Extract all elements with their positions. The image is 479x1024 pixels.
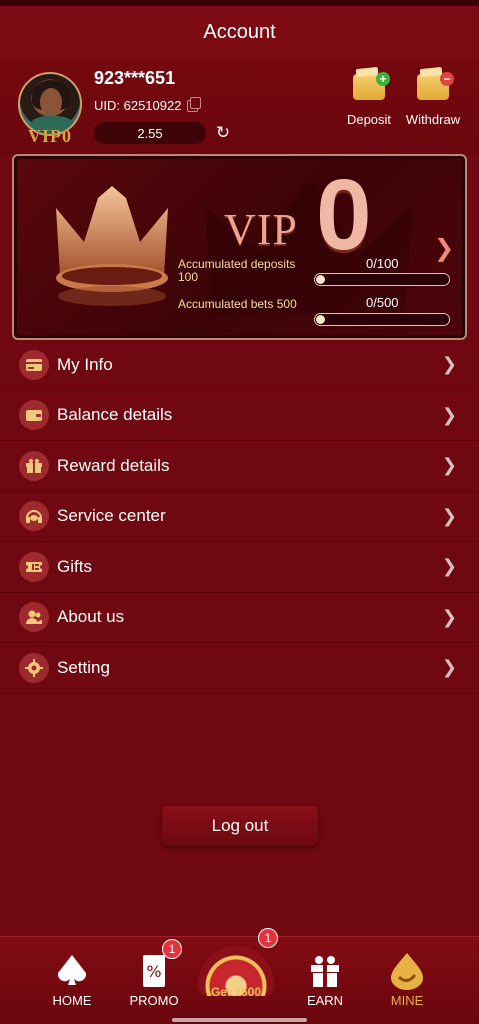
mine-droplet-icon xyxy=(387,951,427,991)
accumulated-bets-value: 0/500 xyxy=(366,295,399,310)
users-icon xyxy=(19,602,49,633)
vip-level-tag: VIP0 xyxy=(28,126,72,146)
wallet-icon xyxy=(19,400,49,431)
deposit-button[interactable]: + Deposit xyxy=(334,72,404,134)
chevron-right-icon: ❯ xyxy=(441,606,457,627)
menu-item-balance-details[interactable]: Balance details ❯ xyxy=(0,391,479,441)
accumulated-deposit-label: Accumulated deposits 100 xyxy=(178,257,296,284)
tab-promo[interactable]: % PROMO 1 xyxy=(114,939,194,1008)
balance-value: 2.55 xyxy=(137,125,163,141)
uid-text: UID: 62510922 xyxy=(94,98,182,113)
tab-mine[interactable]: MINE xyxy=(367,951,447,1008)
withdraw-button[interactable]: − Withdraw xyxy=(398,72,468,134)
menu-item-about-us[interactable]: About us ❯ xyxy=(0,593,479,643)
account-menu: My Info ❯ Balance details ❯ Reward detai… xyxy=(0,340,479,694)
withdraw-label: Withdraw xyxy=(405,112,461,127)
vip-card[interactable]: VIP 0 ❯ Accumulated deposits 100 0/100 A… xyxy=(12,154,467,340)
logout-button[interactable]: Log out xyxy=(162,806,318,846)
chevron-right-icon: ❯ xyxy=(441,404,457,425)
minus-icon: − xyxy=(440,72,454,86)
menu-item-label: Gifts xyxy=(57,556,92,576)
menu-item-label: About us xyxy=(57,607,125,627)
menu-item-label: My Info xyxy=(57,354,113,374)
gear-icon xyxy=(19,652,49,683)
accumulated-deposit-value: 0/100 xyxy=(366,256,399,271)
home-indicator xyxy=(172,1018,307,1022)
vip-word: VIP xyxy=(224,205,298,254)
tab-home[interactable]: HOME xyxy=(32,951,112,1008)
vip-level-number: 0 xyxy=(316,159,372,271)
profile-section: VIP0 923***651 UID: 62510922 2.55 ↻ + De… xyxy=(0,58,479,154)
page-header: Account xyxy=(0,6,479,58)
bets-progress-bar xyxy=(314,313,450,326)
chevron-right-icon: ❯ xyxy=(441,354,457,375)
tab-promo-label: PROMO xyxy=(129,993,179,1008)
get-bonus-label[interactable]: Get 1500 xyxy=(200,985,272,999)
accumulated-bets-label: Accumulated bets 500 xyxy=(178,297,297,311)
menu-item-label: Reward details xyxy=(57,455,170,475)
menu-item-service-center[interactable]: Service center ❯ xyxy=(0,492,479,542)
menu-item-label: Balance details xyxy=(57,405,173,425)
deposit-progress-bar xyxy=(314,273,450,286)
center-badge: 1 xyxy=(258,928,278,948)
menu-item-setting[interactable]: Setting ❯ xyxy=(0,643,479,694)
refresh-icon[interactable]: ↻ xyxy=(214,124,232,142)
headset-icon xyxy=(19,501,49,532)
spade-home-icon xyxy=(52,951,92,991)
gift-icon xyxy=(305,951,345,991)
plus-icon: + xyxy=(376,72,390,86)
tab-earn-label: EARN xyxy=(306,993,344,1008)
chevron-right-icon: ❯ xyxy=(441,556,457,577)
uid-row: UID: 62510922 xyxy=(94,96,202,113)
ticket-icon xyxy=(19,551,49,582)
tab-home-label: HOME xyxy=(52,993,92,1008)
card-icon xyxy=(19,349,49,380)
svg-text:%: % xyxy=(146,962,161,981)
menu-item-my-info[interactable]: My Info ❯ xyxy=(0,340,479,391)
chevron-right-icon: ❯ xyxy=(441,455,457,476)
tab-earn[interactable]: EARN xyxy=(285,951,365,1008)
deposit-label: Deposit xyxy=(346,112,392,127)
promo-badge: 1 xyxy=(162,939,182,959)
username: 923***651 xyxy=(94,68,176,88)
menu-item-reward-details[interactable]: Reward details ❯ xyxy=(0,441,479,492)
tab-mine-label: MINE xyxy=(390,993,424,1008)
balance-display: 2.55 xyxy=(94,122,206,144)
page-title: Account xyxy=(203,20,276,43)
menu-item-gifts[interactable]: Gifts ❯ xyxy=(0,542,479,593)
double-chevron-right-icon[interactable]: ❯ xyxy=(434,234,454,263)
copy-icon[interactable] xyxy=(187,96,202,112)
menu-item-label: Service center xyxy=(57,506,166,526)
chevron-right-icon: ❯ xyxy=(441,505,457,526)
crown-icon xyxy=(56,186,168,306)
gift-box-icon xyxy=(19,450,49,481)
chevron-right-icon: ❯ xyxy=(441,657,457,678)
logout-label: Log out xyxy=(211,816,269,835)
menu-item-label: Setting xyxy=(57,657,110,677)
